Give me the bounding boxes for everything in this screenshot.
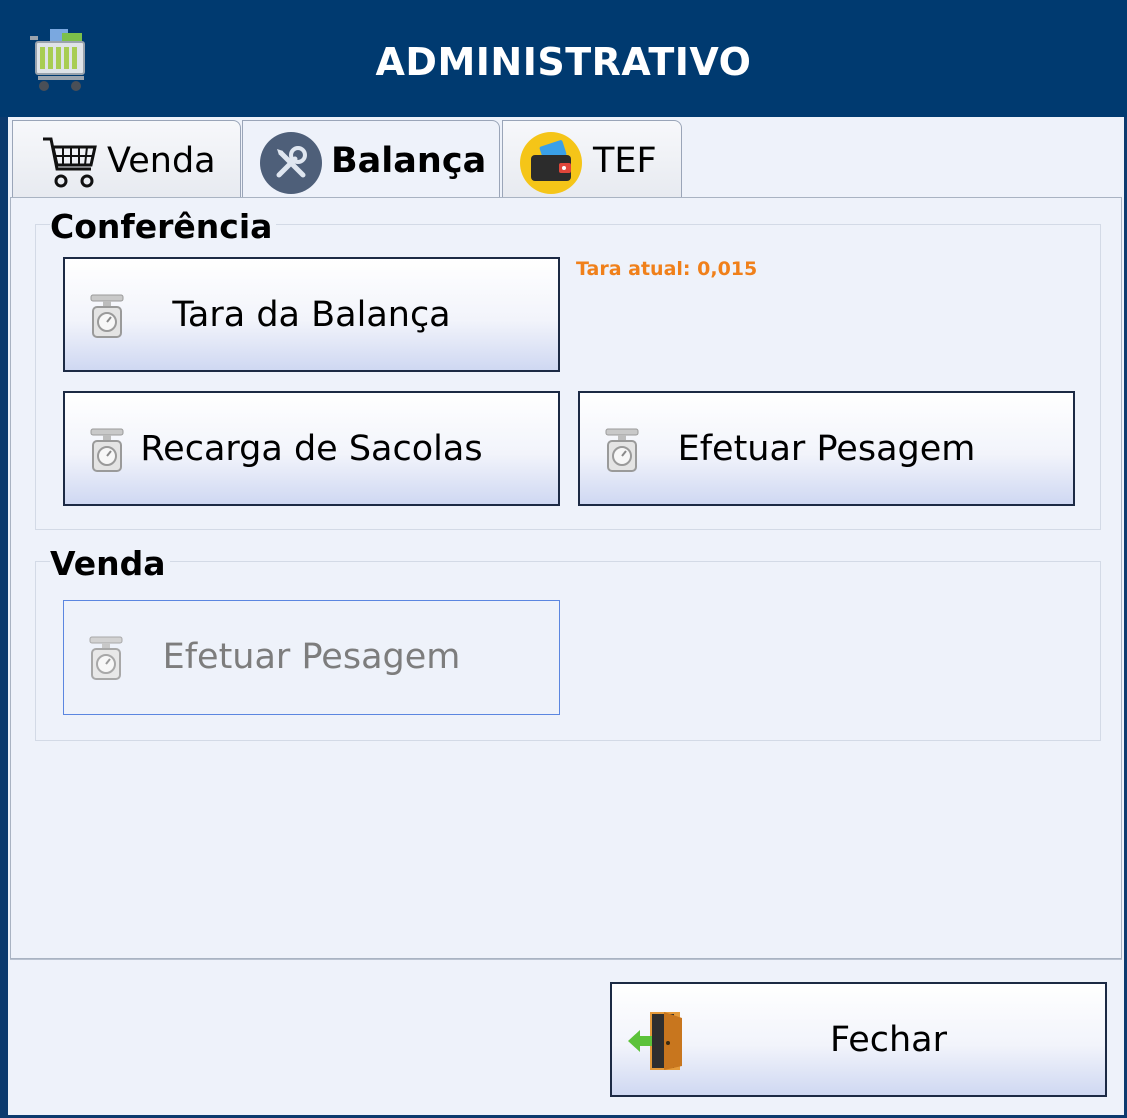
tara-balanca-button[interactable]: Tara da Balança xyxy=(63,257,560,372)
tab-balanca[interactable]: Balança xyxy=(242,120,500,200)
group-venda-title: Venda xyxy=(50,544,170,583)
tara-label: Tara atual: xyxy=(576,258,691,280)
tab-venda[interactable]: Venda xyxy=(12,120,241,198)
fechar-label: Fechar xyxy=(829,1020,947,1060)
recarga-sacolas-button[interactable]: Recarga de Sacolas xyxy=(63,391,560,506)
efetuar-pesagem-venda-button[interactable]: Efetuar Pesagem xyxy=(63,600,560,715)
tab-balanca-label: Balança xyxy=(331,141,487,181)
efetuar-pesagem-conferencia-button[interactable]: Efetuar Pesagem xyxy=(578,391,1075,506)
footer-divider xyxy=(10,959,1122,960)
tools-icon xyxy=(260,132,322,194)
recarga-sacolas-label: Recarga de Sacolas xyxy=(140,429,483,469)
efetuar-pesagem-conferencia-label: Efetuar Pesagem xyxy=(677,429,976,469)
tab-tef[interactable]: TEF xyxy=(502,120,682,198)
tara-balanca-label: Tara da Balança xyxy=(172,295,451,335)
tara-value: 0,015 xyxy=(697,258,758,280)
tara-readout: Tara atual: 0,015 xyxy=(576,258,757,280)
card-wallet-icon xyxy=(520,132,582,194)
title-bar: ADMINISTRATIVO xyxy=(0,0,1127,117)
window-title: ADMINISTRATIVO xyxy=(375,40,752,84)
efetuar-pesagem-venda-label: Efetuar Pesagem xyxy=(162,637,461,677)
shopping-cart-icon xyxy=(43,137,97,188)
tab-tef-label: TEF xyxy=(593,141,657,181)
tab-venda-label: Venda xyxy=(107,141,216,181)
group-conferencia-title: Conferência xyxy=(50,207,277,246)
fechar-button[interactable]: Fechar xyxy=(610,982,1107,1097)
